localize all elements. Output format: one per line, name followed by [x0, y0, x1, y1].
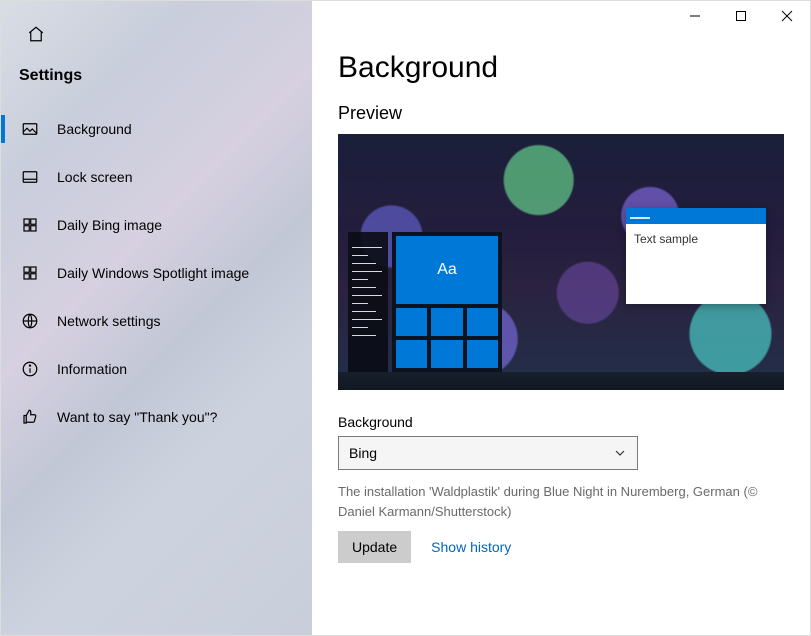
show-history-link[interactable]: Show history — [431, 539, 511, 555]
sidebar-item-thank-you[interactable]: Want to say "Thank you"? — [1, 393, 312, 441]
globe-icon — [19, 310, 41, 332]
content-area: Background Preview Aa Text sample — [312, 1, 810, 635]
sidebar-item-label: Daily Bing image — [57, 217, 162, 233]
sidebar: Settings Background Lock screen — [1, 1, 312, 635]
image-icon — [19, 118, 41, 140]
sidebar-item-background[interactable]: Background — [1, 105, 312, 153]
preview-sample-text: Text sample — [626, 224, 766, 254]
preview-tiles: Aa — [392, 232, 502, 372]
sidebar-item-information[interactable]: Information — [1, 345, 312, 393]
sidebar-item-label: Want to say "Thank you"? — [57, 409, 217, 425]
thumbs-up-icon — [19, 406, 41, 428]
window-titlebar — [312, 1, 810, 37]
home-icon — [27, 25, 45, 43]
sidebar-item-label: Lock screen — [57, 169, 132, 185]
close-button[interactable] — [764, 1, 810, 31]
preview-heading: Preview — [338, 103, 784, 124]
update-button[interactable]: Update — [338, 531, 411, 563]
preview-sample-window: Text sample — [626, 208, 766, 304]
preview-sample-window-titlebar — [626, 208, 766, 224]
preview-applist — [348, 232, 388, 372]
background-select-value: Bing — [349, 445, 613, 461]
preview-image: Aa Text sample — [338, 134, 784, 390]
preview-tile-large: Aa — [396, 236, 498, 304]
action-row: Update Show history — [338, 531, 784, 563]
home-button[interactable] — [19, 17, 53, 51]
minimize-button[interactable] — [672, 1, 718, 31]
minimize-icon — [689, 10, 701, 22]
close-icon — [781, 10, 793, 22]
background-select[interactable]: Bing — [338, 436, 638, 470]
maximize-button[interactable] — [718, 1, 764, 31]
preview-start-menu: Aa — [348, 232, 502, 372]
app-title: Settings — [1, 55, 312, 105]
sidebar-item-label: Information — [57, 361, 127, 377]
background-field-label: Background — [338, 414, 784, 430]
lockscreen-icon — [19, 166, 41, 188]
grid-icon — [19, 262, 41, 284]
image-caption: The installation 'Waldplastik' during Bl… — [338, 482, 784, 521]
maximize-icon — [735, 10, 747, 22]
sidebar-item-daily-bing[interactable]: Daily Bing image — [1, 201, 312, 249]
sidebar-item-label: Daily Windows Spotlight image — [57, 265, 249, 281]
page-title: Background — [338, 51, 784, 85]
grid-icon — [19, 214, 41, 236]
chevron-down-icon — [613, 446, 627, 460]
sidebar-item-label: Network settings — [57, 313, 160, 329]
preview-taskbar — [338, 372, 784, 390]
info-icon — [19, 358, 41, 380]
sidebar-item-lock-screen[interactable]: Lock screen — [1, 153, 312, 201]
sidebar-item-daily-spotlight[interactable]: Daily Windows Spotlight image — [1, 249, 312, 297]
sidebar-nav: Background Lock screen Daily Bing image — [1, 105, 312, 441]
sidebar-item-label: Background — [57, 121, 132, 137]
sidebar-item-network[interactable]: Network settings — [1, 297, 312, 345]
